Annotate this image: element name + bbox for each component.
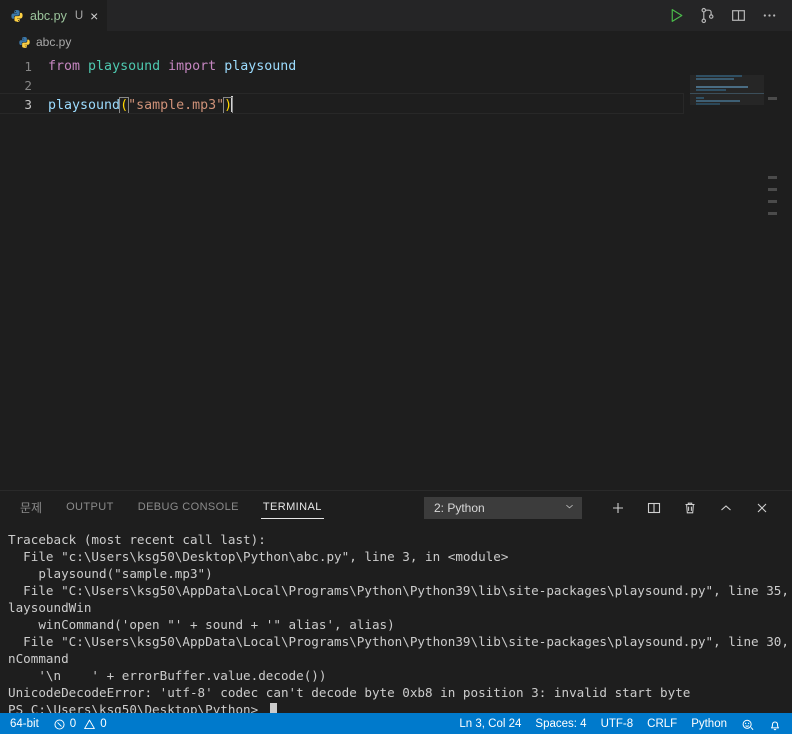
breadcrumb[interactable]: abc.py <box>0 31 792 53</box>
panel-tab-debug-console[interactable]: DEBUG CONSOLE <box>136 497 241 519</box>
terminal-line: playsound("sample.mp3") <box>8 566 213 581</box>
status-notifications[interactable] <box>761 718 788 731</box>
panel-header: 문제 OUTPUT DEBUG CONSOLE TERMINAL 2: Python <box>0 491 792 525</box>
status-error-count: 0 <box>69 718 77 730</box>
text-cursor <box>231 96 233 112</box>
close-icon[interactable] <box>754 500 770 516</box>
code-line[interactable]: 2 <box>0 76 792 95</box>
terminal-line: laysoundWin <box>8 600 92 615</box>
terminal-prompt-line[interactable]: PS C:\Users\ksg50\Desktop\Python> <box>4 701 792 713</box>
editor-tab-unsaved-badge: U <box>74 10 84 22</box>
terminal-cursor <box>269 703 277 713</box>
terminal-line: File "C:\Users\ksg50\AppData\Local\Progr… <box>8 583 792 598</box>
terminal-output[interactable]: Traceback (most recent call last): File … <box>0 525 792 713</box>
code-line-text: from playsound import playsound <box>48 59 296 74</box>
status-architecture[interactable]: 64-bit <box>3 718 46 730</box>
status-errors-warnings[interactable]: 0 0 <box>46 718 114 731</box>
python-file-icon <box>18 36 31 49</box>
status-indentation-label: Spaces: 4 <box>535 718 587 730</box>
code-token: playsound <box>88 59 161 74</box>
chevron-up-icon[interactable] <box>718 500 734 516</box>
code-token: playsound <box>224 59 297 74</box>
python-file-icon <box>10 9 24 23</box>
panel-tab-terminal[interactable]: TERMINAL <box>260 497 324 519</box>
terminal-line: '\n ' + errorBuffer.value.decode()) <box>8 668 327 683</box>
editor-action-toolbar <box>668 0 792 31</box>
line-number: 1 <box>24 59 32 74</box>
status-cursor-position-label: Ln 3, Col 24 <box>459 718 522 730</box>
play-icon[interactable] <box>668 7 685 24</box>
terminal-line: Traceback (most recent call last): <box>8 532 266 547</box>
code-line-text: playsound("sample.mp3") <box>0 93 683 114</box>
status-bar-right: Ln 3, Col 24 Spaces: 4 UTF-8 CRLF Python <box>452 718 792 731</box>
status-bar: 64-bit 0 0 Ln 3, Col 24 Spaces: 4 UTF-8 … <box>0 713 792 734</box>
status-language-mode-label: Python <box>691 718 727 730</box>
feedback-smiley-icon <box>741 718 754 731</box>
editor-tab-bar: abc.py U × <box>0 0 792 31</box>
terminal-line: UnicodeDecodeError: 'utf-8' codec can't … <box>8 685 691 700</box>
terminal-line: winCommand('open "' + sound + '" alias',… <box>8 617 395 632</box>
line-number: 2 <box>24 78 32 93</box>
minimap[interactable] <box>690 53 778 490</box>
split-icon[interactable] <box>646 500 662 516</box>
ellipsis-icon[interactable] <box>761 7 778 24</box>
chevron-down-icon <box>564 501 575 515</box>
status-cursor-position[interactable]: Ln 3, Col 24 <box>452 718 528 730</box>
status-warning-count: 0 <box>100 718 107 730</box>
minimap-overview-ruler[interactable] <box>764 53 778 490</box>
status-encoding[interactable]: UTF-8 <box>594 718 641 730</box>
code-token: ( <box>119 97 130 114</box>
breadcrumb-filename: abc.py <box>36 35 72 49</box>
code-token: import <box>168 59 217 74</box>
warning-icon <box>83 718 96 731</box>
tab-bar-empty-space <box>107 0 668 31</box>
code-line[interactable]: 3 playsound("sample.mp3") <box>0 93 792 114</box>
code-editor[interactable]: 1 from playsound import playsound 2 3 playso… <box>0 53 792 490</box>
terminal-line: nCommand <box>8 651 69 666</box>
split-editor-icon[interactable] <box>730 7 747 24</box>
status-indentation[interactable]: Spaces: 4 <box>528 718 593 730</box>
close-icon[interactable]: × <box>90 9 98 23</box>
code-lines-container[interactable]: 1 from playsound import playsound 2 3 playso… <box>0 53 792 114</box>
editor-tab-label: abc.py <box>30 9 67 23</box>
status-feedback[interactable] <box>734 718 761 731</box>
status-eol[interactable]: CRLF <box>640 718 684 730</box>
status-language-mode[interactable]: Python <box>684 718 734 730</box>
panel-tab-problems[interactable]: 문제 <box>18 495 44 522</box>
source-control-icon[interactable] <box>699 7 716 24</box>
status-bar-left: 64-bit 0 0 <box>0 718 114 731</box>
panel-tab-list: 문제 OUTPUT DEBUG CONSOLE TERMINAL <box>18 495 344 522</box>
status-encoding-label: UTF-8 <box>600 718 634 730</box>
panel-actions: 2: Python <box>424 497 792 519</box>
status-architecture-label: 64-bit <box>10 718 39 730</box>
status-eol-label: CRLF <box>647 718 678 730</box>
error-icon <box>53 718 66 731</box>
terminal-line: File "c:\Users\ksg50\Desktop\Python\abc.… <box>8 549 509 564</box>
panel-tab-output[interactable]: OUTPUT <box>64 497 116 519</box>
terminal-line: File "C:\Users\ksg50\AppData\Local\Progr… <box>8 634 792 649</box>
terminal-selector-value: 2: Python <box>434 501 485 515</box>
code-token: from <box>48 59 81 74</box>
terminal-selector-dropdown[interactable]: 2: Python <box>424 497 582 519</box>
bell-icon <box>768 718 781 731</box>
editor-tab-abc-py[interactable]: abc.py U × <box>0 0 108 31</box>
code-token: playsound <box>48 98 121 113</box>
line-number: 3 <box>24 97 32 112</box>
code-line[interactable]: 1 from playsound import playsound <box>0 57 792 76</box>
plus-icon[interactable] <box>610 500 626 516</box>
bottom-panel: 문제 OUTPUT DEBUG CONSOLE TERMINAL 2: Python <box>0 490 792 713</box>
trash-icon[interactable] <box>682 500 698 516</box>
code-token: "sample.mp3" <box>128 98 225 113</box>
